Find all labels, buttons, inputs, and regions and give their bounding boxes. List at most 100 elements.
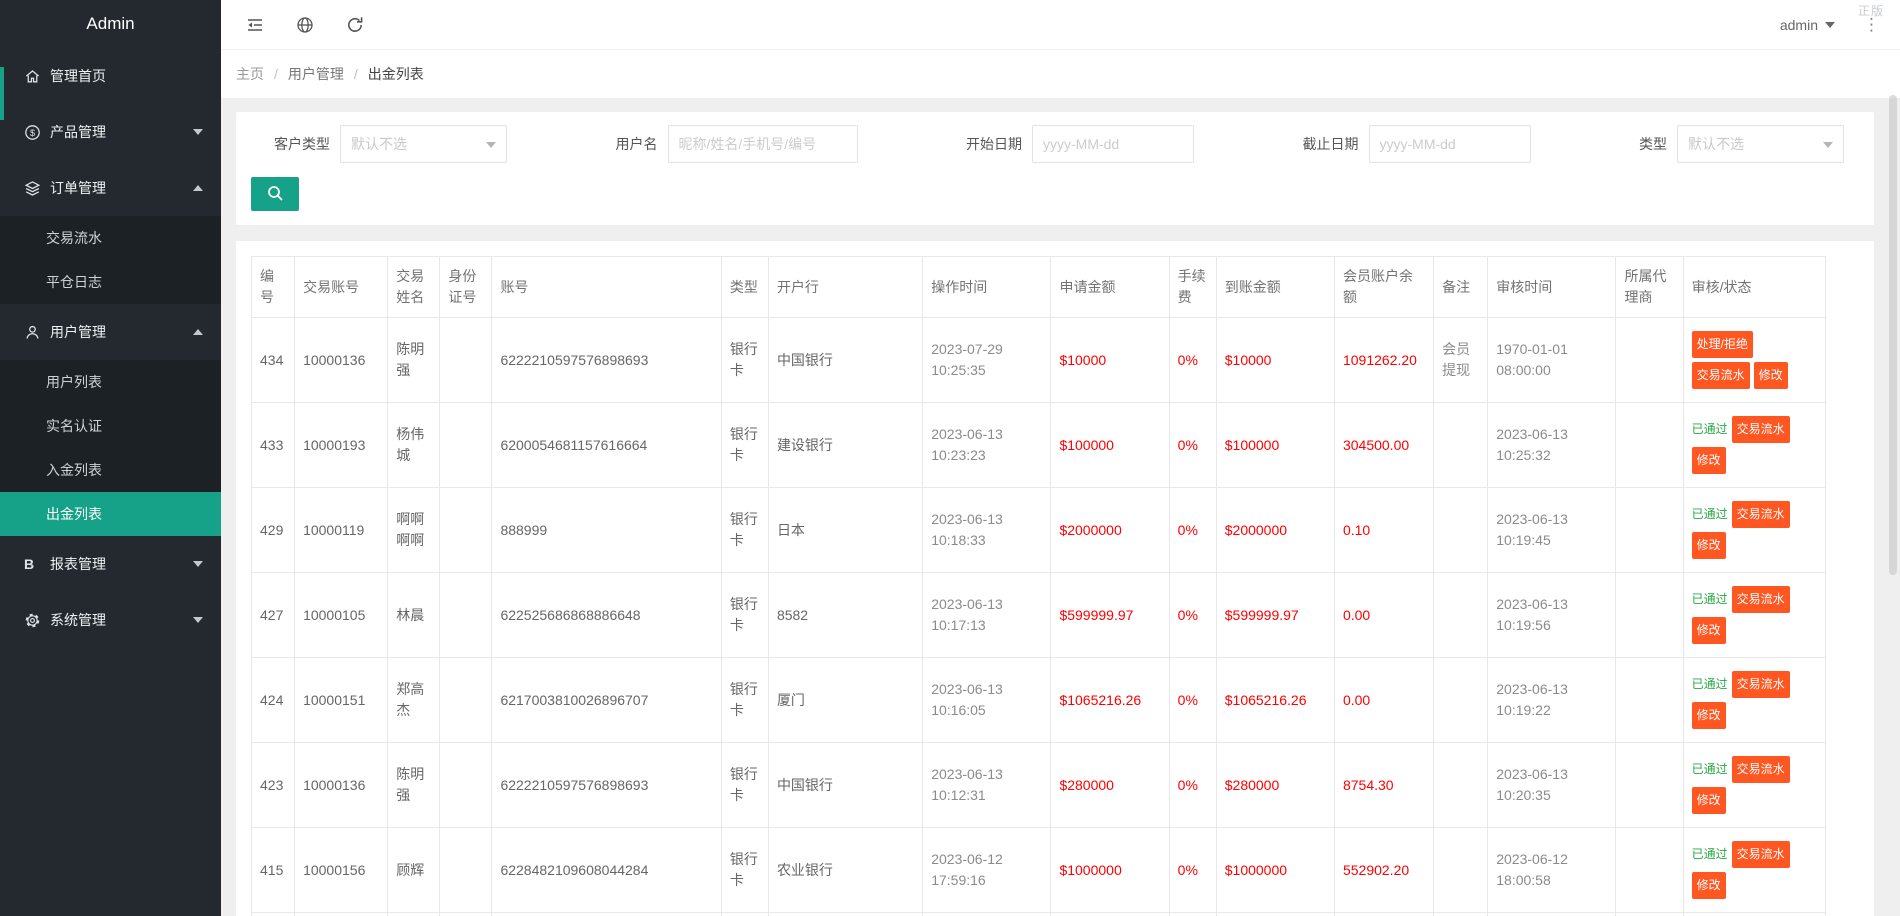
cell-no: 427 bbox=[250, 572, 296, 658]
cell-bank: 中国银行 bbox=[767, 317, 924, 403]
filter-select[interactable]: 默认不选 bbox=[340, 125, 507, 163]
cell-fee: 0% bbox=[1168, 742, 1217, 828]
chevron-up-icon bbox=[193, 329, 203, 335]
table-row: 427 10000105 林晨 622525686868886648 银行卡 8582 20… bbox=[250, 572, 1827, 658]
cell-trade_account: 10000193 bbox=[294, 402, 389, 488]
sidebar-item-label: 报表管理 bbox=[50, 556, 106, 572]
cell-type: 银行卡 bbox=[720, 402, 769, 488]
sidebar-subitem[interactable]: 平仓日志 bbox=[0, 260, 221, 304]
sidebar-item-1[interactable]: 管理首页 bbox=[0, 48, 221, 104]
table-card: 编号 交易账号 交易姓名 身份证号 账号 类型 开户行 操作时间 申请金额 手续费 到账金额 会员账户… bbox=[236, 241, 1874, 916]
cell-remark bbox=[1433, 912, 1489, 916]
users-icon bbox=[24, 324, 50, 341]
globe-icon[interactable] bbox=[295, 15, 315, 35]
column-header: 申请金额 bbox=[1050, 256, 1170, 318]
cell-balance: 328693.60 bbox=[1333, 912, 1435, 916]
sidebar-item-5[interactable]: B 报表管理 bbox=[0, 536, 221, 592]
filter-input[interactable] bbox=[1368, 125, 1531, 163]
cell-agent bbox=[1615, 657, 1684, 743]
sidebar-item-label: 用户管理 bbox=[50, 324, 106, 340]
cell-name: 杨伟城 bbox=[387, 402, 441, 488]
cell-fee: 0% bbox=[1168, 572, 1217, 658]
column-header: 备注 bbox=[1433, 256, 1489, 318]
action-button[interactable]: 修改 bbox=[1691, 532, 1726, 559]
action-button[interactable]: 交易流水 bbox=[1731, 501, 1790, 528]
cell-name: 陈明强 bbox=[387, 912, 441, 916]
cell-review_time: 2023-06-12 18:00:55 bbox=[1487, 912, 1617, 916]
action-button[interactable]: 修改 bbox=[1691, 447, 1726, 474]
sidebar-subitem[interactable]: 交易流水 bbox=[0, 216, 221, 260]
cell-arrival: $100000 bbox=[1215, 402, 1335, 488]
cell-remark bbox=[1433, 742, 1489, 828]
table-row: 424 10000151 郑高杰 6217003810026896707 银行卡 厦门 20… bbox=[250, 657, 1827, 743]
cell-review_time: 2023-06-13 10:20:35 bbox=[1487, 742, 1617, 828]
sidebar-item-label: 订单管理 bbox=[50, 180, 106, 196]
breadcrumb-item[interactable]: 用户管理 bbox=[288, 64, 344, 84]
filter-select[interactable]: 默认不选 bbox=[1677, 125, 1844, 163]
sidebar-subitem[interactable]: 入金列表 bbox=[0, 448, 221, 492]
sidebar-item-2[interactable]: $ 产品管理 bbox=[0, 104, 221, 160]
cell-type: 银行卡 bbox=[720, 742, 769, 828]
action-button[interactable]: 交易流水 bbox=[1731, 841, 1790, 868]
withdrawals-table: 编号 交易账号 交易姓名 身份证号 账号 类型 开户行 操作时间 申请金额 手续费 到账金额 会员账户… bbox=[250, 256, 1827, 916]
action-button[interactable]: 修改 bbox=[1691, 702, 1726, 729]
sidebar-item-4[interactable]: 用户管理 bbox=[0, 304, 221, 360]
column-header: 账号 bbox=[491, 256, 722, 318]
action-button[interactable]: 交易流水 bbox=[1731, 416, 1790, 443]
scrollbar-thumb[interactable] bbox=[1889, 95, 1897, 575]
breadcrumb-item[interactable]: 主页 bbox=[236, 64, 264, 84]
system-icon bbox=[24, 612, 50, 629]
action-button[interactable]: 交易流水 bbox=[1731, 756, 1790, 783]
column-header: 编号 bbox=[250, 256, 296, 318]
topbar: admin ⋮ bbox=[221, 0, 1900, 50]
filter-input[interactable] bbox=[667, 125, 858, 163]
cell-card: 622525686868886648 bbox=[491, 572, 722, 658]
action-button[interactable]: 交易流水 bbox=[1731, 586, 1790, 613]
search-button[interactable] bbox=[251, 177, 299, 211]
cell-fee: 0% bbox=[1168, 827, 1217, 913]
cell-agent bbox=[1615, 317, 1684, 403]
cell-id_card bbox=[439, 487, 493, 573]
filter-label: 客户类型 bbox=[274, 136, 330, 152]
cell-op_time: 2023-06-12 17:59:16 bbox=[922, 827, 1052, 913]
sidebar-submenu: 交易流水 平仓日志 bbox=[0, 216, 221, 304]
cell-remark bbox=[1433, 827, 1489, 913]
sidebar-item-label: 管理首页 bbox=[50, 68, 106, 84]
cell-arrival: $2000000 bbox=[1215, 487, 1335, 573]
orders-icon bbox=[24, 180, 50, 197]
cell-review_time: 2023-06-13 10:19:22 bbox=[1487, 657, 1617, 743]
action-button[interactable]: 修改 bbox=[1691, 872, 1726, 899]
user-menu[interactable]: admin bbox=[1780, 17, 1835, 33]
cell-no: 434 bbox=[250, 317, 296, 403]
filter-group: 截止日期 bbox=[1303, 125, 1531, 163]
sidebar-item-6[interactable]: 系统管理 bbox=[0, 592, 221, 648]
action-button[interactable]: 交易流水 bbox=[1731, 671, 1790, 698]
cell-bank: 日本 bbox=[767, 487, 924, 573]
action-button[interactable]: 修改 bbox=[1753, 362, 1788, 389]
action-button[interactable]: 处理/拒绝 bbox=[1691, 331, 1753, 358]
cell-no: 433 bbox=[250, 402, 296, 488]
action-button[interactable]: 交易流水 bbox=[1691, 362, 1750, 389]
sidebar-subitem[interactable]: 实名认证 bbox=[0, 404, 221, 448]
status-approved: 已通过 bbox=[1691, 422, 1728, 436]
home-icon bbox=[24, 68, 50, 85]
cell-trade_account: 10000136 bbox=[294, 742, 389, 828]
sidebar-item-3[interactable]: 订单管理 bbox=[0, 160, 221, 216]
filter-group: 类型 默认不选 bbox=[1639, 125, 1844, 163]
refresh-icon[interactable] bbox=[345, 15, 365, 35]
column-header: 类型 bbox=[720, 256, 769, 318]
cell-review_time: 2023-06-13 10:25:32 bbox=[1487, 402, 1617, 488]
sidebar-subitem[interactable]: 出金列表 bbox=[0, 492, 221, 536]
cell-name: 郑高杰 bbox=[387, 657, 441, 743]
filter-input[interactable] bbox=[1032, 125, 1194, 163]
cell-amount: $2000000 bbox=[1050, 487, 1170, 573]
cell-id_card bbox=[439, 827, 493, 913]
sidebar-subitem[interactable]: 用户列表 bbox=[0, 360, 221, 404]
collapse-menu-icon[interactable] bbox=[245, 15, 265, 35]
cell-no: 423 bbox=[250, 742, 296, 828]
sidebar-nav: 管理首页 $ 产品管理订单管理交易流水 平仓日志用户管理用户列表 实名认证 入金列表 出金列… bbox=[0, 48, 221, 648]
action-button[interactable]: 修改 bbox=[1691, 787, 1726, 814]
cell-remark bbox=[1433, 487, 1489, 573]
cell-bank: 中国银行 bbox=[767, 912, 924, 916]
action-button[interactable]: 修改 bbox=[1691, 617, 1726, 644]
